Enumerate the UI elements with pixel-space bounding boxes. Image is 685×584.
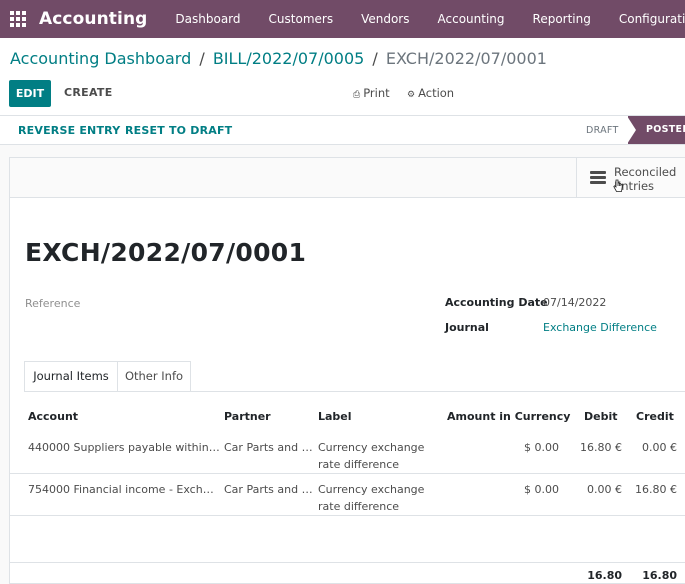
stage-draft[interactable]: DRAFT: [586, 125, 619, 136]
stage-posted[interactable]: POSTED: [628, 116, 685, 144]
reset-to-draft-button[interactable]: RESET TO DRAFT: [125, 124, 232, 137]
menu-dashboard[interactable]: Dashboard: [161, 0, 254, 38]
cell-account: 754000 Financial income - Exchang…: [28, 483, 220, 496]
total-credit: 16.80: [642, 569, 677, 582]
totals-divider: [10, 562, 685, 563]
table-row[interactable]: 754000 Financial income - Exchang… Car P…: [10, 474, 685, 516]
control-panel: Accounting Dashboard / BILL/2022/07/0005…: [0, 38, 685, 116]
menu-vendors[interactable]: Vendors: [347, 0, 423, 38]
menu-configuration[interactable]: Configuration: [605, 0, 685, 38]
table-header: Account Partner Label Amount in Currency…: [10, 402, 685, 433]
print-label: Print: [363, 86, 390, 100]
cell-partner: Car Parts and …: [224, 483, 313, 496]
reconciled-entries-button[interactable]: Reconciled Entries: [576, 158, 685, 198]
action-button[interactable]: ⚙ Action: [407, 86, 454, 100]
cell-debit: 16.80 €: [580, 441, 622, 454]
menu-customers[interactable]: Customers: [255, 0, 348, 38]
edit-button[interactable]: EDIT: [9, 80, 51, 107]
breadcrumb: Accounting Dashboard / BILL/2022/07/0005…: [10, 49, 547, 68]
top-navbar: Accounting Dashboard Customers Vendors A…: [0, 0, 685, 38]
accounting-date-label: Accounting Date: [445, 296, 548, 309]
cell-amount-currency: $ 0.00: [524, 441, 559, 454]
cell-label: Currency exchange rate difference: [318, 483, 425, 513]
form-sheet: Reconciled Entries EXCH/2022/07/0001 Ref…: [9, 157, 685, 584]
journal-label: Journal: [445, 321, 489, 334]
create-button[interactable]: CREATE: [64, 86, 113, 99]
column-label[interactable]: Label: [318, 410, 352, 423]
apps-grid-icon[interactable]: [10, 11, 26, 27]
tab-journal-items[interactable]: Journal Items: [24, 361, 118, 392]
reverse-entry-button[interactable]: REVERSE ENTRY: [18, 124, 120, 137]
reconciled-entries-label: Reconciled Entries: [614, 165, 684, 193]
cell-amount-currency: $ 0.00: [524, 483, 559, 496]
breadcrumb-accounting-dashboard[interactable]: Accounting Dashboard: [10, 49, 191, 68]
hand-cursor-icon: [613, 179, 623, 192]
cell-credit: 16.80 €: [635, 483, 677, 496]
cell-account: 440000 Suppliers payable within on…: [28, 441, 220, 454]
menu-accounting[interactable]: Accounting: [424, 0, 519, 38]
smart-label-line1: Reconciled: [614, 165, 677, 179]
journal-link[interactable]: Exchange Difference: [543, 321, 657, 334]
column-credit[interactable]: Credit: [636, 410, 674, 423]
breadcrumb-current: EXCH/2022/07/0001: [385, 49, 547, 68]
hamburger-icon: [590, 171, 606, 184]
accounting-date-value: 07/14/2022: [543, 296, 607, 309]
cell-credit: 0.00 €: [642, 441, 677, 454]
cell-partner: Car Parts and …: [224, 441, 313, 454]
print-icon: ⎙: [353, 90, 361, 100]
column-partner[interactable]: Partner: [224, 410, 271, 423]
action-label: Action: [418, 86, 455, 100]
total-debit: 16.80: [587, 569, 622, 582]
stage-separator-arrow: [627, 116, 636, 144]
tab-other-info[interactable]: Other Info: [118, 361, 191, 392]
tabs-divider: [24, 391, 685, 392]
record-title: EXCH/2022/07/0001: [25, 238, 307, 267]
app-title[interactable]: Accounting: [39, 9, 147, 29]
reference-field[interactable]: Reference: [25, 297, 80, 310]
column-amount-currency[interactable]: Amount in Currency: [447, 410, 570, 423]
breadcrumb-separator: /: [199, 49, 205, 68]
breadcrumb-bill[interactable]: BILL/2022/07/0005: [213, 49, 365, 68]
breadcrumb-separator: /: [372, 49, 378, 68]
table-row[interactable]: 440000 Suppliers payable within on… Car …: [10, 432, 685, 474]
gear-icon: ⚙: [407, 90, 416, 100]
cell-label: Currency exchange rate difference: [318, 441, 425, 471]
button-box: Reconciled Entries: [10, 158, 685, 198]
print-button[interactable]: ⎙ Print: [353, 86, 390, 100]
menu-reporting[interactable]: Reporting: [519, 0, 605, 38]
smart-label-line2: Entries: [614, 179, 655, 193]
form-statusbar: REVERSE ENTRY RESET TO DRAFT DRAFT POSTE…: [0, 116, 685, 145]
cell-debit: 0.00 €: [587, 483, 622, 496]
column-account[interactable]: Account: [28, 410, 78, 423]
column-debit[interactable]: Debit: [584, 410, 618, 423]
